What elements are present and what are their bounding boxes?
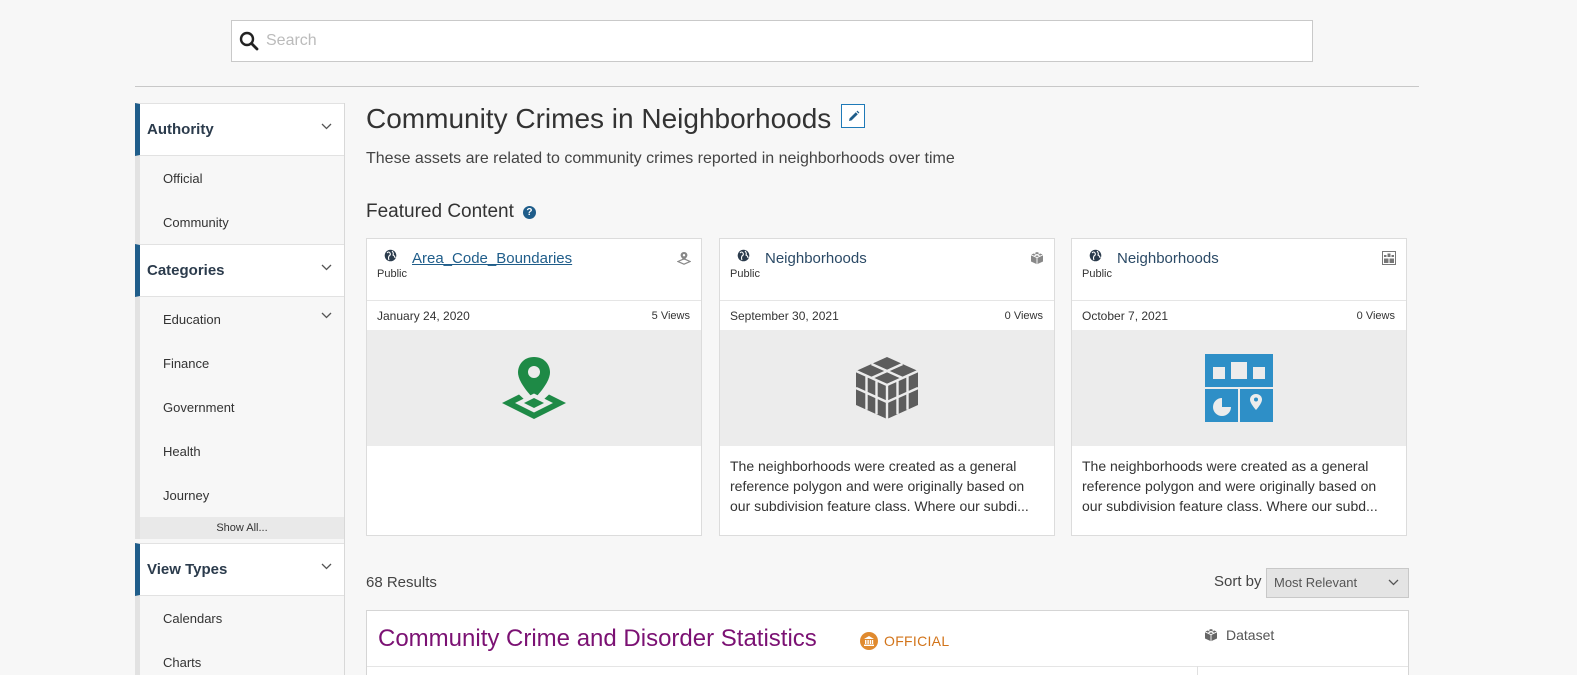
search-icon[interactable] [232,21,266,61]
sort-label: Sort by [1214,573,1262,590]
sort-value: Most Relevant [1274,575,1358,590]
featured-card[interactable]: Neighborhoods Public September 30, 2021 … [719,238,1055,536]
help-icon[interactable]: ? [522,205,536,219]
facet-item-education[interactable]: Education [140,297,344,341]
facet-item-journey[interactable]: Journey [140,473,344,517]
facet-authority-list: Official Community [135,156,344,244]
featured-card[interactable]: Neighborhoods Public October 7, 2021 0 V… [1071,238,1407,536]
page-description: These assets are related to community cr… [366,150,955,167]
cube-icon [1204,629,1218,642]
page-title-row: Community Crimes in Neighborhoods [366,103,866,135]
card-access: Public [1082,268,1112,280]
facet-item-label: Charts [163,654,202,670]
card-date: January 24, 2020 [377,309,470,323]
card-date: October 7, 2021 [1082,309,1169,323]
chevron-down-icon[interactable] [321,312,332,319]
data-lens-icon [1205,354,1273,422]
search-bar [231,20,1313,62]
pencil-icon [848,110,860,121]
result-divider [367,666,1408,667]
result-column-divider [1197,666,1198,675]
map-icon [677,252,691,265]
facet-item-label: Education [163,311,221,327]
facet-item-calendars[interactable]: Calendars [140,596,344,640]
cube-stack-icon [855,357,919,419]
chevron-down-icon [321,264,332,271]
result-item: Community Crime and Disorder Statistics … [366,610,1409,675]
chevron-down-icon [321,123,332,130]
chevron-down-icon [1388,579,1399,586]
official-icon [860,632,878,650]
facet-item-official[interactable]: Official [140,156,344,200]
featured-header: Featured Content ? [366,201,536,223]
facet-view-types-title: View Types [147,561,228,578]
card-description: The neighborhoods were created as a gene… [1082,458,1378,514]
card-thumbnail [1072,330,1406,446]
facet-item-health[interactable]: Health [140,429,344,473]
facet-item-label: Finance [163,355,210,371]
card-thumbnail [367,330,701,446]
card-title[interactable]: Neighborhoods [765,250,867,267]
card-access: Public [730,268,760,280]
header-divider [135,86,1419,87]
facet-item-label: Government [163,399,235,415]
card-description [367,446,701,456]
chevron-down-icon [321,563,332,570]
featured-card[interactable]: Area_Code_Boundaries Public January 24, … [366,238,702,536]
card-header: Neighborhoods Public [720,239,1054,301]
card-views: 5 Views [651,310,690,322]
facet-authority-title: Authority [147,121,214,138]
card-date: September 30, 2021 [730,309,839,323]
facet-item-label: Journey [163,487,210,503]
facet-view-types-list: Calendars Charts [135,596,344,675]
sort-dropdown[interactable]: Most Relevant [1266,568,1409,598]
card-meta: January 24, 2020 5 Views [367,301,701,330]
facet-item-label: Calendars [163,610,223,626]
card-views: 0 Views [1004,310,1043,322]
card-meta: September 30, 2021 0 Views [720,301,1054,330]
card-header: Neighborhoods Public [1072,239,1406,301]
page-title: Community Crimes in Neighborhoods [366,103,832,134]
facet-categories-title: Categories [147,262,225,279]
facet-item-label: Official [163,170,203,186]
facet-item-community[interactable]: Community [140,200,344,244]
globe-icon [1089,249,1102,262]
map-pin-icon [502,357,566,419]
data-lens-small-icon [1382,251,1396,265]
show-all-link[interactable]: Show All... [140,517,344,539]
card-title[interactable]: Neighborhoods [1117,250,1219,267]
facet-authority-header[interactable]: Authority [135,103,344,156]
globe-icon [384,249,397,262]
cube-icon [1030,252,1044,265]
result-type: Dataset [1204,627,1274,643]
official-label: OFFICIAL [884,633,950,649]
card-meta: October 7, 2021 0 Views [1072,301,1406,330]
facet-view-types-header[interactable]: View Types [135,543,344,596]
facet-categories-header[interactable]: Categories [135,244,344,297]
card-thumbnail [720,330,1054,446]
facet-item-charts[interactable]: Charts [140,640,344,675]
card-access: Public [377,268,407,280]
card-header: Area_Code_Boundaries Public [367,239,701,301]
results-count: 68 Results [366,574,437,591]
featured-title: Featured Content [366,201,514,222]
card-title-link[interactable]: Area_Code_Boundaries [412,250,572,267]
filter-sidebar: Authority Official Community Categories … [135,103,345,675]
result-title-link[interactable]: Community Crime and Disorder Statistics [378,625,817,653]
official-badge: OFFICIAL [860,632,949,650]
facet-item-label: Community [163,214,229,230]
facet-item-label: Health [163,443,201,459]
search-input[interactable] [266,32,1266,50]
edit-button[interactable] [841,104,866,128]
card-description: The neighborhoods were created as a gene… [730,458,1029,514]
facet-item-government[interactable]: Government [140,385,344,429]
facet-item-finance[interactable]: Finance [140,341,344,385]
card-views: 0 Views [1356,310,1395,322]
result-type-label: Dataset [1226,627,1275,643]
globe-icon [737,249,750,262]
facet-categories-list: Education Finance Government Health Jour… [135,297,344,539]
